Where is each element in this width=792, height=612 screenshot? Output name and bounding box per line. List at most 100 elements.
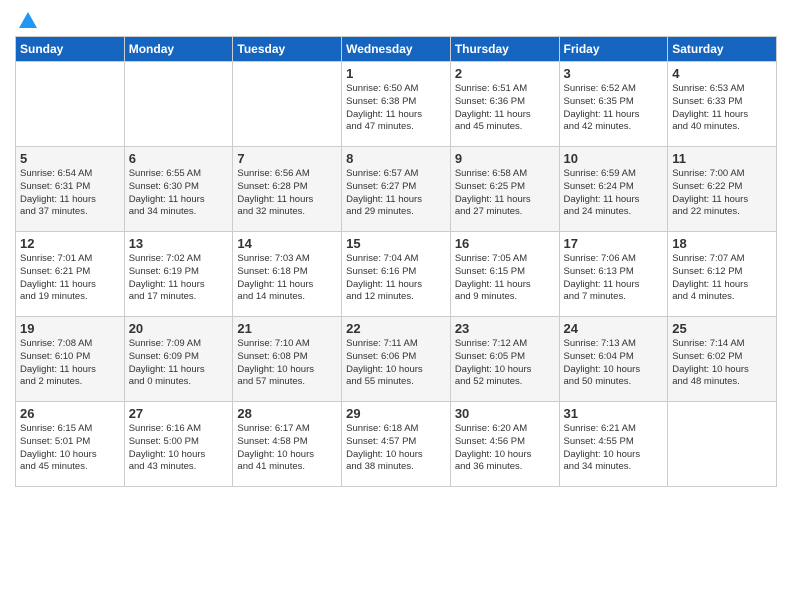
day-detail: Sunrise: 7:01 AM Sunset: 6:21 PM Dayligh… (20, 253, 120, 304)
header-thursday: Thursday (450, 37, 559, 62)
calendar-cell: 5 Sunrise: 6:54 AM Sunset: 6:31 PM Daylig… (16, 147, 125, 232)
day-detail: Sunrise: 7:00 AM Sunset: 6:22 PM Dayligh… (672, 168, 772, 219)
day-number: 25 (672, 321, 772, 336)
page-container: SundayMondayTuesdayWednesdayThursdayFrid… (0, 0, 792, 497)
day-detail: Sunrise: 7:04 AM Sunset: 6:16 PM Dayligh… (346, 253, 446, 304)
calendar-cell (16, 62, 125, 147)
calendar-cell: 2Sunrise: 6:51 AM Sunset: 6:36 PM Daylig… (450, 62, 559, 147)
header (15, 10, 777, 28)
calendar-cell: 23 Sunrise: 7:12 AM Sunset: 6:05 PM Dayli… (450, 317, 559, 402)
day-number: 12 (20, 236, 120, 251)
week-row-2: 5 Sunrise: 6:54 AM Sunset: 6:31 PM Daylig… (16, 147, 777, 232)
calendar-cell: 16 Sunrise: 7:05 AM Sunset: 6:15 PM Dayli… (450, 232, 559, 317)
day-number: 28 (237, 406, 337, 421)
calendar-cell: 31Sunrise: 6:21 AM Sunset: 4:55 PM Dayli… (559, 402, 668, 487)
day-number: 4 (672, 66, 772, 81)
calendar-cell: 19 Sunrise: 7:08 AM Sunset: 6:10 PM Dayli… (16, 317, 125, 402)
day-detail: Sunrise: 6:15 AM Sunset: 5:01 PM Dayligh… (20, 423, 120, 474)
day-detail: Sunrise: 7:07 AM Sunset: 6:12 PM Dayligh… (672, 253, 772, 304)
calendar-cell: 1Sunrise: 6:50 AM Sunset: 6:38 PM Daylig… (342, 62, 451, 147)
day-number: 15 (346, 236, 446, 251)
week-row-4: 19 Sunrise: 7:08 AM Sunset: 6:10 PM Dayli… (16, 317, 777, 402)
day-number: 5 (20, 151, 120, 166)
calendar-cell (668, 402, 777, 487)
calendar-cell: 27 Sunrise: 6:16 AM Sunset: 5:00 PM Dayli… (124, 402, 233, 487)
day-number: 19 (20, 321, 120, 336)
calendar-cell: 17 Sunrise: 7:06 AM Sunset: 6:13 PM Dayli… (559, 232, 668, 317)
day-number: 11 (672, 151, 772, 166)
day-number: 27 (129, 406, 229, 421)
day-detail: Sunrise: 7:03 AM Sunset: 6:18 PM Dayligh… (237, 253, 337, 304)
day-number: 3 (564, 66, 664, 81)
day-detail: Sunrise: 6:55 AM Sunset: 6:30 PM Dayligh… (129, 168, 229, 219)
calendar-cell: 6 Sunrise: 6:55 AM Sunset: 6:30 PM Daylig… (124, 147, 233, 232)
day-number: 17 (564, 236, 664, 251)
header-sunday: Sunday (16, 37, 125, 62)
day-number: 7 (237, 151, 337, 166)
calendar-cell: 4 Sunrise: 6:53 AM Sunset: 6:33 PM Daylig… (668, 62, 777, 147)
day-detail: Sunrise: 6:51 AM Sunset: 6:36 PM Dayligh… (455, 83, 555, 134)
calendar-cell: 18 Sunrise: 7:07 AM Sunset: 6:12 PM Dayli… (668, 232, 777, 317)
day-number: 22 (346, 321, 446, 336)
calendar-cell: 13 Sunrise: 7:02 AM Sunset: 6:19 PM Dayli… (124, 232, 233, 317)
header-monday: Monday (124, 37, 233, 62)
calendar-cell: 29Sunrise: 6:18 AM Sunset: 4:57 PM Dayli… (342, 402, 451, 487)
calendar-cell: 15 Sunrise: 7:04 AM Sunset: 6:16 PM Dayli… (342, 232, 451, 317)
logo-icon (17, 10, 39, 32)
day-detail: Sunrise: 6:58 AM Sunset: 6:25 PM Dayligh… (455, 168, 555, 219)
calendar-cell: 9 Sunrise: 6:58 AM Sunset: 6:25 PM Daylig… (450, 147, 559, 232)
day-detail: Sunrise: 6:52 AM Sunset: 6:35 PM Dayligh… (564, 83, 664, 134)
day-detail: Sunrise: 7:05 AM Sunset: 6:15 PM Dayligh… (455, 253, 555, 304)
day-number: 24 (564, 321, 664, 336)
calendar-cell: 10 Sunrise: 6:59 AM Sunset: 6:24 PM Dayli… (559, 147, 668, 232)
day-detail: Sunrise: 7:09 AM Sunset: 6:09 PM Dayligh… (129, 338, 229, 389)
day-number: 9 (455, 151, 555, 166)
week-row-3: 12 Sunrise: 7:01 AM Sunset: 6:21 PM Dayli… (16, 232, 777, 317)
day-number: 18 (672, 236, 772, 251)
day-number: 16 (455, 236, 555, 251)
calendar-header-row: SundayMondayTuesdayWednesdayThursdayFrid… (16, 37, 777, 62)
day-number: 10 (564, 151, 664, 166)
week-row-1: 1Sunrise: 6:50 AM Sunset: 6:38 PM Daylig… (16, 62, 777, 147)
day-number: 29 (346, 406, 446, 421)
calendar-cell: 20 Sunrise: 7:09 AM Sunset: 6:09 PM Dayli… (124, 317, 233, 402)
calendar-cell: 28 Sunrise: 6:17 AM Sunset: 4:58 PM Dayli… (233, 402, 342, 487)
day-number: 26 (20, 406, 120, 421)
day-detail: Sunrise: 7:06 AM Sunset: 6:13 PM Dayligh… (564, 253, 664, 304)
calendar-cell: 7 Sunrise: 6:56 AM Sunset: 6:28 PM Daylig… (233, 147, 342, 232)
calendar-cell (124, 62, 233, 147)
day-number: 21 (237, 321, 337, 336)
header-tuesday: Tuesday (233, 37, 342, 62)
day-detail: Sunrise: 6:56 AM Sunset: 6:28 PM Dayligh… (237, 168, 337, 219)
day-detail: Sunrise: 7:10 AM Sunset: 6:08 PM Dayligh… (237, 338, 337, 389)
day-number: 20 (129, 321, 229, 336)
calendar-cell: 22Sunrise: 7:11 AM Sunset: 6:06 PM Dayli… (342, 317, 451, 402)
header-friday: Friday (559, 37, 668, 62)
day-detail: Sunrise: 7:14 AM Sunset: 6:02 PM Dayligh… (672, 338, 772, 389)
day-detail: Sunrise: 6:16 AM Sunset: 5:00 PM Dayligh… (129, 423, 229, 474)
calendar-cell: 30Sunrise: 6:20 AM Sunset: 4:56 PM Dayli… (450, 402, 559, 487)
calendar-cell: 14 Sunrise: 7:03 AM Sunset: 6:18 PM Dayli… (233, 232, 342, 317)
day-detail: Sunrise: 7:02 AM Sunset: 6:19 PM Dayligh… (129, 253, 229, 304)
header-saturday: Saturday (668, 37, 777, 62)
day-number: 8 (346, 151, 446, 166)
day-detail: Sunrise: 6:20 AM Sunset: 4:56 PM Dayligh… (455, 423, 555, 474)
day-detail: Sunrise: 6:17 AM Sunset: 4:58 PM Dayligh… (237, 423, 337, 474)
day-detail: Sunrise: 7:12 AM Sunset: 6:05 PM Dayligh… (455, 338, 555, 389)
day-number: 6 (129, 151, 229, 166)
logo (15, 10, 39, 28)
day-detail: Sunrise: 6:59 AM Sunset: 6:24 PM Dayligh… (564, 168, 664, 219)
calendar-cell: 25 Sunrise: 7:14 AM Sunset: 6:02 PM Dayli… (668, 317, 777, 402)
calendar-cell: 12 Sunrise: 7:01 AM Sunset: 6:21 PM Dayli… (16, 232, 125, 317)
week-row-5: 26 Sunrise: 6:15 AM Sunset: 5:01 PM Dayli… (16, 402, 777, 487)
day-detail: Sunrise: 6:53 AM Sunset: 6:33 PM Dayligh… (672, 83, 772, 134)
day-number: 13 (129, 236, 229, 251)
day-detail: Sunrise: 7:08 AM Sunset: 6:10 PM Dayligh… (20, 338, 120, 389)
day-number: 23 (455, 321, 555, 336)
calendar-cell: 24 Sunrise: 7:13 AM Sunset: 6:04 PM Dayli… (559, 317, 668, 402)
day-number: 14 (237, 236, 337, 251)
day-number: 1 (346, 66, 446, 81)
day-detail: Sunrise: 7:13 AM Sunset: 6:04 PM Dayligh… (564, 338, 664, 389)
day-detail: Sunrise: 6:54 AM Sunset: 6:31 PM Dayligh… (20, 168, 120, 219)
calendar-cell: 11 Sunrise: 7:00 AM Sunset: 6:22 PM Dayli… (668, 147, 777, 232)
